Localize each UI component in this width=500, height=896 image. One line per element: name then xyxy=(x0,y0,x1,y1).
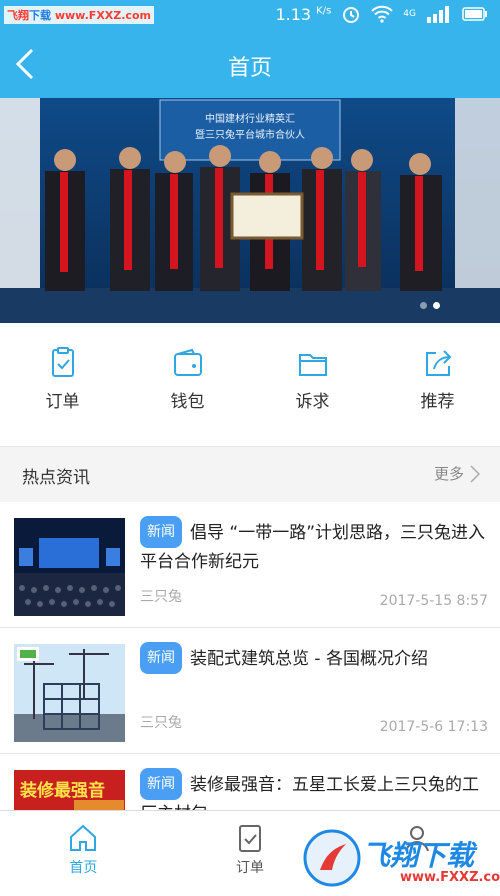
quick-request[interactable]: 诉求 xyxy=(250,323,375,446)
news-title: 新闻 倡导 “一带一路”计划思路，三只兔进入平台合作新纪元 xyxy=(140,516,488,576)
news-tag: 新闻 xyxy=(140,642,182,674)
tab-home[interactable]: 首页 xyxy=(0,811,167,896)
carousel-dots xyxy=(420,302,440,309)
page-title: 首页 xyxy=(227,56,272,81)
site-logo-url: www.FXXZ.com xyxy=(400,870,500,885)
home-icon xyxy=(70,824,97,851)
order-icon xyxy=(51,347,74,377)
app-header: 首页 xyxy=(0,30,500,98)
signal-icon xyxy=(427,6,449,23)
news-source: 三只兔 xyxy=(140,589,182,605)
hot-news-header: 热点资讯 更多 xyxy=(0,446,500,503)
folder-icon xyxy=(298,354,327,376)
news-source: 三只兔 xyxy=(140,715,182,731)
quick-label: 推荐 xyxy=(420,392,455,412)
news-item[interactable]: 新闻 倡导 “一带一路”计划思路，三只兔进入平台合作新纪元 三只兔 2017-5-… xyxy=(0,502,500,628)
status-icons: 1.13 K/s 4G xyxy=(275,4,488,24)
battery-icon xyxy=(462,7,487,21)
news-title: 新闻 装配式建筑总览 - 各国概况介绍 xyxy=(140,642,488,674)
banner-screen-line2: 暨三只兔平台城市合伙人 xyxy=(195,128,305,141)
news-date: 2017-5-6 17:13 xyxy=(379,719,488,735)
more-link[interactable]: 更多 xyxy=(434,463,480,484)
quick-label: 钱包 xyxy=(170,392,205,412)
share-icon xyxy=(425,350,451,376)
network-type: 4G xyxy=(403,9,416,19)
quick-label: 订单 xyxy=(45,392,80,412)
news-thumbnail xyxy=(14,644,125,742)
news-tag: 新闻 xyxy=(140,768,182,800)
thumb-text: 装修最强音 xyxy=(19,780,105,801)
news-tag: 新闻 xyxy=(140,516,182,548)
watermark: 飞翔下载 www.FXXZ.com xyxy=(4,6,154,24)
site-logo-icon xyxy=(303,829,361,887)
quick-recommend[interactable]: 推荐 xyxy=(375,323,500,446)
news-thumbnail xyxy=(14,518,125,616)
tab-label: 首页 xyxy=(69,860,98,876)
quick-label: 诉求 xyxy=(295,392,330,412)
wifi-icon xyxy=(371,5,394,23)
status-bar: 飞翔下载 www.FXXZ.com 1.13 K/s 4G xyxy=(0,0,500,30)
chevron-right-icon xyxy=(470,464,480,483)
site-watermark-logo: 飞翔下载 www.FXXZ.com xyxy=(302,826,500,890)
network-speed: 1.13 K/s xyxy=(275,4,332,24)
order-tab-icon xyxy=(239,825,261,852)
section-title: 热点资讯 xyxy=(22,468,90,488)
quick-wallet[interactable]: 钱包 xyxy=(125,323,250,446)
site-logo-text: 飞翔下载 xyxy=(362,839,475,872)
wallet-icon xyxy=(173,348,202,376)
quick-order[interactable]: 订单 xyxy=(0,323,125,446)
carousel-dot[interactable] xyxy=(420,302,427,309)
banner-screen-line1: 中国建材行业精英汇 xyxy=(205,112,295,125)
carousel-dot-active[interactable] xyxy=(433,302,440,309)
banner-image: 中国建材行业精英汇 暨三只兔平台城市合伙人 xyxy=(0,98,500,323)
quick-actions: 订单 钱包 诉求 推荐 xyxy=(0,323,500,446)
news-item[interactable]: 新闻 装配式建筑总览 - 各国概况介绍 三只兔 2017-5-6 17:13 xyxy=(0,628,500,754)
news-date: 2017-5-15 8:57 xyxy=(379,593,488,609)
banner-carousel[interactable]: 中国建材行业精英汇 暨三只兔平台城市合伙人 xyxy=(0,98,500,323)
more-label: 更多 xyxy=(433,465,464,483)
alarm-icon xyxy=(343,7,360,23)
tab-label: 订单 xyxy=(236,860,264,876)
